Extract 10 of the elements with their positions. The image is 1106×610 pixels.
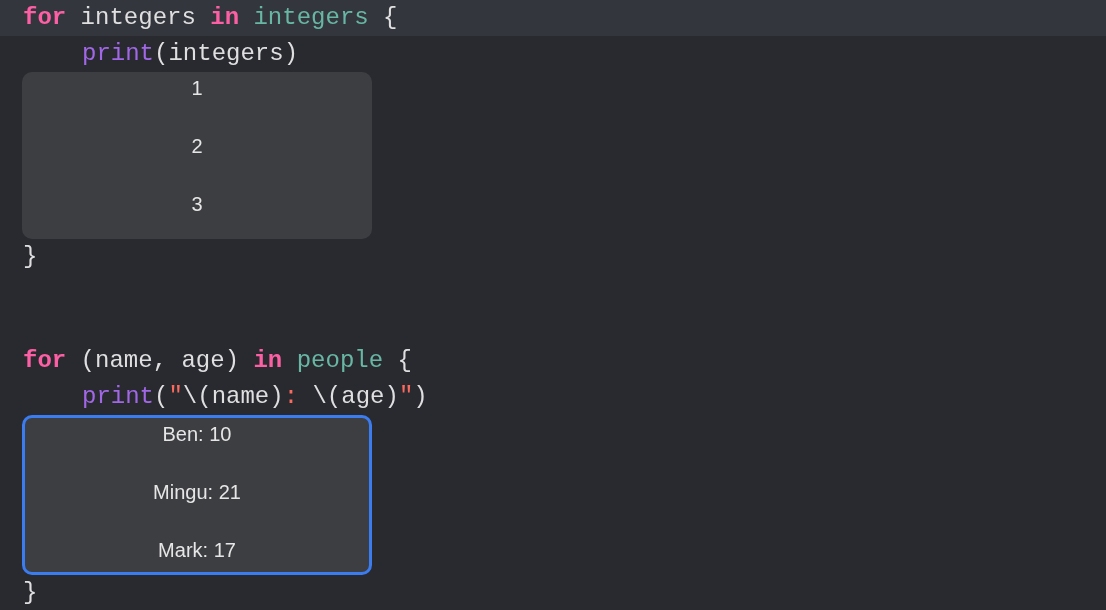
result-value: Mark: 17 xyxy=(158,538,236,563)
result-value: Mingu: 21 xyxy=(153,480,241,505)
result-popover[interactable]: Ben: 10 Mingu: 21 Mark: 17 xyxy=(22,415,372,575)
result-value: Ben: 10 xyxy=(162,422,232,447)
result-value: 1 xyxy=(191,76,203,101)
code-line: } xyxy=(22,242,38,272)
result-popover[interactable]: 1 2 3 xyxy=(22,72,372,239)
code-line: } xyxy=(22,578,38,608)
result-value: 3 xyxy=(191,192,203,217)
result-value: 2 xyxy=(191,134,203,159)
